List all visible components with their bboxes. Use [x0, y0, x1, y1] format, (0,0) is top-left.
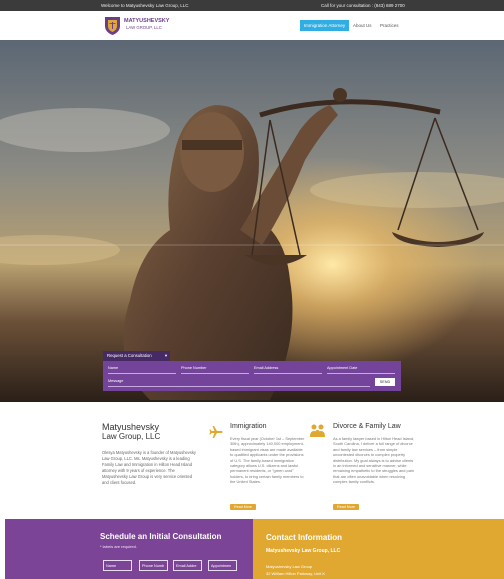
- contact-firm: Matyushevsky Law Group, LLC: [266, 548, 341, 554]
- logo-subtitle: LAW GROUP, LLC: [126, 25, 162, 30]
- service-text: Every fiscal year (October 1st – Septemb…: [230, 436, 305, 485]
- nav-about-us[interactable]: About Us: [353, 23, 372, 28]
- about-subtitle: Law Group, LLC: [102, 432, 161, 441]
- service-divorce-family-law: Divorce & Family Law As a family lawyer …: [309, 423, 419, 513]
- schedule-phone-field[interactable]: Phone Numb: [139, 560, 168, 571]
- schedule-email-field[interactable]: Email Addre: [173, 560, 202, 571]
- read-more-button[interactable]: Read More: [230, 504, 256, 510]
- site-header: MATYUSHEVSKY LAW GROUP, LLC Immigration …: [0, 11, 504, 40]
- service-title: Divorce & Family Law: [333, 423, 401, 430]
- nav-practices[interactable]: Practices: [380, 23, 399, 28]
- service-text: As a family lawyer based in Hilton Head …: [333, 436, 415, 485]
- about-section: Matyushevsky Law Group, LLC Olesya Matyu…: [102, 423, 197, 486]
- schedule-title: Schedule an Initial Consultation: [100, 532, 222, 541]
- family-icon: [310, 424, 325, 437]
- hero-image: [0, 40, 504, 402]
- email-field[interactable]: Email Address: [254, 365, 322, 374]
- required-note: * labels are required.: [100, 544, 137, 549]
- schedule-consultation-section: Schedule an Initial Consultation * label…: [5, 519, 253, 579]
- name-field[interactable]: Name: [108, 365, 176, 374]
- appointment-date-field[interactable]: Appointment Date: [327, 365, 395, 374]
- service-title: Immigration: [230, 423, 267, 430]
- contact-address-line2: 32 William Hilton Parkway, Unit K: [266, 571, 326, 576]
- welcome-text: Welcome to Matyushevsky Law Group, LLC: [101, 3, 189, 8]
- contact-information-section: Contact Information Matyushevsky Law Gro…: [253, 519, 504, 579]
- contact-title: Contact Information: [266, 533, 342, 542]
- nav-immigration-attorney[interactable]: Immigration Attorney: [300, 20, 349, 31]
- schedule-name-field[interactable]: Name: [103, 560, 132, 571]
- about-text: Olesya Matyushevsky is a founder of Maty…: [102, 450, 196, 485]
- chevron-down-icon: ▾: [164, 353, 167, 358]
- consultation-tab[interactable]: Request a Consultation ▾: [103, 351, 170, 361]
- consultation-tab-label: Request a Consultation: [107, 353, 152, 358]
- consultation-form: Name Phone Number Email Address Appointm…: [103, 361, 401, 391]
- service-immigration: Immigration Every fiscal year (October 1…: [209, 423, 307, 513]
- contact-address-line1: Matyushevsky Law Group: [266, 564, 313, 569]
- send-button[interactable]: SEND: [375, 378, 395, 386]
- shield-logo-icon: [105, 17, 120, 35]
- schedule-appointment-field[interactable]: Appointmen: [208, 560, 237, 571]
- logo-name: MATYUSHEVSKY: [124, 18, 170, 24]
- consultation-phone[interactable]: Call for your consultation : (843) 689 2…: [321, 3, 405, 8]
- airplane-icon: [209, 426, 223, 438]
- about-title: Matyushevsky: [102, 422, 160, 432]
- message-field[interactable]: Message: [108, 378, 370, 387]
- lady-justice-image: [0, 40, 504, 402]
- read-more-button[interactable]: Read More: [333, 504, 359, 510]
- logo[interactable]: MATYUSHEVSKY LAW GROUP, LLC: [104, 15, 169, 37]
- top-bar: Welcome to Matyushevsky Law Group, LLC C…: [0, 0, 504, 11]
- phone-field[interactable]: Phone Number: [181, 365, 249, 374]
